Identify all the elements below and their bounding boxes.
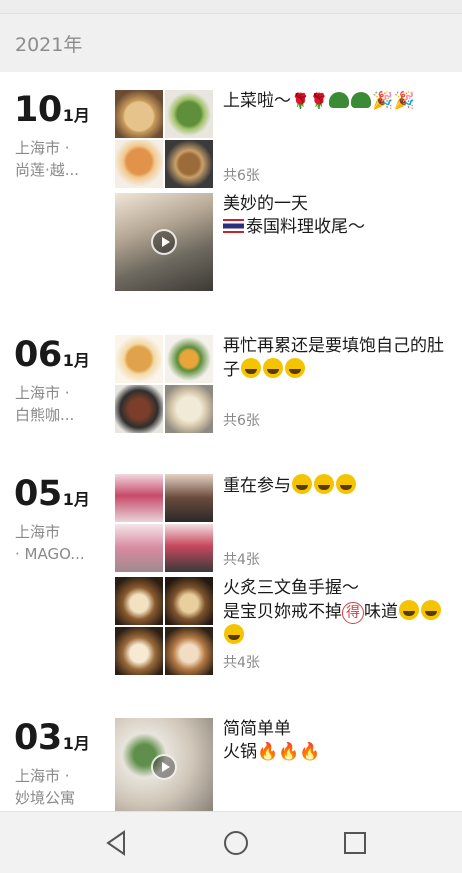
video-post[interactable]: 简简单单 火锅🔥🔥🔥 xyxy=(115,718,455,811)
laugh-cry-emoji-icon xyxy=(285,358,305,378)
thailand-flag-icon xyxy=(223,219,244,233)
post-caption: 重在参与 xyxy=(223,474,455,498)
post-caption: 火炙三文鱼手握～ 是宝贝妳戒不掉得味道 xyxy=(223,577,455,648)
laugh-cry-emoji-icon xyxy=(263,358,283,378)
entry-date: 031月 xyxy=(14,718,90,758)
entry-day: 03 xyxy=(14,718,62,758)
entry-month: 1月 xyxy=(62,351,90,370)
photo-thumbnail[interactable] xyxy=(115,627,163,675)
photo-thumbnail[interactable] xyxy=(115,385,163,433)
entry-day: 10 xyxy=(14,90,62,130)
entry-location[interactable]: 上海市 · MAGO... xyxy=(15,521,100,565)
photo-post[interactable]: 火炙三文鱼手握～ 是宝贝妳戒不掉得味道 共4张 xyxy=(115,577,455,675)
photo-grid[interactable] xyxy=(115,577,213,675)
laugh-cry-emoji-icon xyxy=(241,358,261,378)
photo-thumbnail[interactable] xyxy=(115,335,163,383)
rose-emoji-icon: 🌹 xyxy=(309,92,329,110)
play-icon[interactable] xyxy=(151,229,177,255)
post-caption: 再忙再累还是要填饱自己的肚 子 xyxy=(223,336,444,380)
laugh-cry-emoji-icon xyxy=(224,624,244,644)
laugh-cry-emoji-icon xyxy=(399,600,419,620)
entry-date: 051月 xyxy=(14,474,90,514)
entry-location[interactable]: 上海市 · 妙境公寓 xyxy=(15,765,100,809)
photo-thumbnail[interactable] xyxy=(115,524,163,572)
photo-count: 共4张 xyxy=(223,552,260,568)
post-caption: 上菜啦～🌹🌹 🎉🎉 xyxy=(223,91,415,111)
laugh-cry-emoji-icon xyxy=(314,474,334,494)
photo-post[interactable]: 上菜啦～🌹🌹 🎉🎉 共6张 xyxy=(115,90,455,188)
photo-grid[interactable] xyxy=(115,474,213,572)
photo-thumbnail[interactable] xyxy=(115,90,163,138)
rose-emoji-icon: 🌹 xyxy=(291,92,310,110)
photo-thumbnail[interactable] xyxy=(165,385,213,433)
video-post[interactable]: 美妙的一天 泰国料理收尾～ xyxy=(115,193,455,291)
photo-thumbnail[interactable] xyxy=(165,474,213,522)
photo-thumbnail[interactable] xyxy=(165,90,213,138)
home-icon[interactable] xyxy=(221,828,251,858)
entry-day: 05 xyxy=(14,474,62,514)
entry-month: 1月 xyxy=(62,490,90,509)
year-header: 2021年 xyxy=(0,14,462,72)
entry-location[interactable]: 上海市 · 尚莲·越... xyxy=(15,137,100,181)
entry-month: 1月 xyxy=(62,734,90,753)
photo-thumbnail[interactable] xyxy=(115,474,163,522)
photo-thumbnail[interactable] xyxy=(165,335,213,383)
post-caption: 美妙的一天 泰国料理收尾～ xyxy=(223,194,365,237)
turtle-emoji-icon xyxy=(351,92,372,108)
photo-thumbnail[interactable] xyxy=(115,140,163,188)
year-label: 2021年 xyxy=(15,34,83,56)
entry-month: 1月 xyxy=(62,106,90,125)
fire-emoji-icon: 🔥 xyxy=(278,742,300,762)
status-bar-strip xyxy=(0,0,462,14)
photo-post[interactable]: 重在参与 共4张 xyxy=(115,474,455,572)
system-navigation-bar xyxy=(0,811,462,873)
photo-count: 共6张 xyxy=(223,413,260,429)
entry-date: 061月 xyxy=(14,335,90,375)
photo-grid[interactable] xyxy=(115,335,213,433)
circled-character-icon: 得 xyxy=(342,602,364,624)
photo-count: 共4张 xyxy=(223,655,260,671)
photo-grid[interactable] xyxy=(115,90,213,188)
video-thumbnail[interactable] xyxy=(115,718,213,811)
photo-post[interactable]: 再忙再累还是要填饱自己的肚 子 共6张 xyxy=(115,335,455,433)
recents-icon[interactable] xyxy=(340,828,370,858)
entry-date: 101月 xyxy=(14,90,90,130)
turtle-emoji-icon xyxy=(329,92,350,108)
photo-thumbnail[interactable] xyxy=(165,627,213,675)
laugh-cry-emoji-icon xyxy=(336,474,356,494)
photo-thumbnail[interactable] xyxy=(115,577,163,625)
photo-thumbnail[interactable] xyxy=(165,140,213,188)
entry-day: 06 xyxy=(14,335,62,375)
post-caption: 简简单单 火锅🔥🔥🔥 xyxy=(223,719,321,762)
play-icon[interactable] xyxy=(151,754,177,780)
laugh-cry-emoji-icon xyxy=(421,600,441,620)
party-popper-icon: 🎉 xyxy=(393,91,415,111)
photo-count: 共6张 xyxy=(223,168,260,184)
back-icon[interactable] xyxy=(102,828,132,858)
party-popper-icon: 🎉 xyxy=(372,91,394,111)
entry-location[interactable]: 上海市 · 白熊咖... xyxy=(15,382,100,426)
video-thumbnail[interactable] xyxy=(115,193,213,291)
laugh-cry-emoji-icon xyxy=(292,474,312,494)
fire-emoji-icon: 🔥 xyxy=(257,742,279,762)
photo-thumbnail[interactable] xyxy=(165,577,213,625)
fire-emoji-icon: 🔥 xyxy=(299,742,321,762)
photo-thumbnail[interactable] xyxy=(165,524,213,572)
